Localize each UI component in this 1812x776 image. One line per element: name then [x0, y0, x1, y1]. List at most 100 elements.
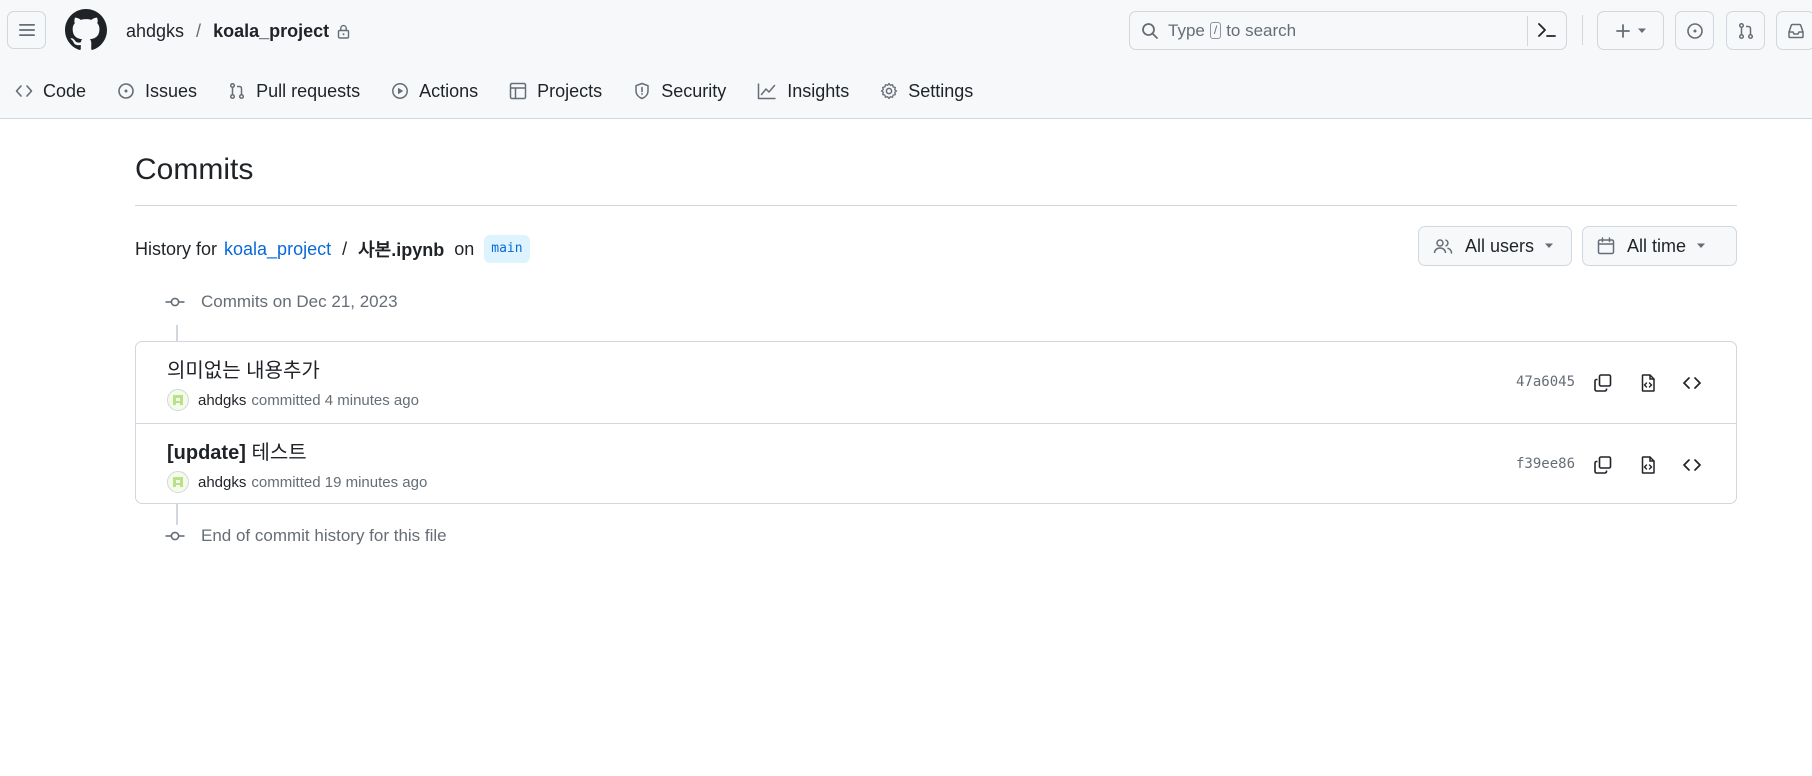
calendar-icon: [1597, 237, 1615, 255]
repo-root-link[interactable]: koala_project: [224, 239, 331, 260]
header-top-row: ahdgks / koala_project Type / to search: [0, 0, 1812, 62]
command-palette-icon[interactable]: [1537, 21, 1557, 39]
nav-settings[interactable]: Settings: [880, 72, 973, 110]
commit-group-header: Commits on Dec 21, 2023: [165, 292, 398, 312]
shield-icon: [635, 82, 649, 100]
users-filter-button[interactable]: All users: [1418, 226, 1572, 266]
view-file-button[interactable]: [1636, 371, 1660, 395]
view-file-button[interactable]: [1636, 453, 1660, 477]
repo-nav: Code Issues Pull requests Actions Projec…: [0, 72, 988, 110]
nav-issues[interactable]: Issues: [117, 72, 197, 110]
commit-message-link[interactable]: [update] 테스트: [167, 436, 307, 465]
commit-time: committed 4 minutes ago: [251, 391, 419, 409]
table-icon: [509, 82, 527, 100]
browse-repo-button[interactable]: [1680, 371, 1704, 395]
timeline-line: [176, 325, 178, 341]
plus-icon: [1615, 23, 1630, 38]
gear-icon: [881, 82, 898, 100]
repo-link[interactable]: koala_project: [213, 21, 329, 42]
github-logo-icon[interactable]: [65, 9, 107, 51]
timeline-line: [176, 504, 178, 525]
code-icon: [1683, 377, 1701, 389]
inbox-button[interactable]: [1776, 11, 1812, 50]
search-placeholder: Type / to search: [1168, 21, 1296, 41]
graph-icon: [757, 83, 776, 100]
commit-author[interactable]: ahdgks: [198, 474, 246, 491]
search-shortcut-key: /: [1209, 22, 1222, 39]
commit-row: 의미없는 내용추가 ahdgks committed 4 minutes ago…: [136, 342, 1736, 423]
issue-opened-icon: [1686, 22, 1703, 39]
triangle-down-icon: [1545, 243, 1554, 248]
nav-actions[interactable]: Actions: [391, 72, 478, 110]
nav-projects-label: Projects: [537, 80, 603, 101]
search-placeholder-after: to search: [1226, 20, 1297, 40]
commit-sha-link[interactable]: 47a6045: [1516, 374, 1575, 390]
search-placeholder-before: Type: [1168, 20, 1205, 40]
copy-sha-button[interactable]: [1591, 453, 1615, 477]
nav-issues-label: Issues: [145, 80, 198, 101]
issues-button[interactable]: [1675, 11, 1714, 50]
nav-actions-label: Actions: [419, 80, 479, 101]
git-commit-icon: [165, 297, 185, 307]
copy-icon: [1594, 456, 1612, 474]
pull-requests-button[interactable]: [1726, 11, 1765, 50]
path-separator: /: [342, 238, 348, 259]
time-filter-button[interactable]: All time: [1582, 226, 1737, 266]
nav-pull-requests[interactable]: Pull requests: [228, 72, 360, 110]
nav-code-label: Code: [43, 80, 87, 101]
commit-sha-link[interactable]: f39ee86: [1516, 456, 1575, 472]
inbox-icon: [1787, 23, 1804, 38]
users-filter-label: All users: [1465, 235, 1535, 256]
commit-message-text: 테스트: [251, 442, 307, 464]
commit-message-text: 의미없는 내용추가: [167, 360, 320, 382]
nav-security[interactable]: Security: [633, 72, 726, 110]
nav-projects[interactable]: Projects: [509, 72, 602, 110]
triangle-down-icon: [1697, 243, 1706, 248]
nav-security-label: Security: [661, 80, 727, 101]
nav-code[interactable]: Code: [15, 72, 86, 110]
copy-icon: [1594, 374, 1612, 392]
identicon-icon: [173, 477, 183, 487]
search-input[interactable]: Type / to search: [1129, 11, 1567, 50]
time-filter-label: All time: [1627, 235, 1687, 256]
file-code-icon: [1641, 456, 1655, 474]
global-header: ahdgks / koala_project Type / to search: [0, 0, 1812, 119]
play-icon: [392, 83, 409, 99]
commit-author[interactable]: ahdgks: [198, 392, 246, 409]
browse-repo-button[interactable]: [1680, 453, 1704, 477]
nav-insights[interactable]: Insights: [757, 72, 849, 110]
commit-row: [update] 테스트 ahdgks committed 19 minutes…: [136, 423, 1736, 504]
on-label: on: [454, 238, 475, 259]
lock-icon: [337, 24, 350, 39]
commit-time: committed 19 minutes ago: [251, 473, 428, 491]
commit-message-link[interactable]: 의미없는 내용추가: [167, 354, 320, 383]
title-divider: [135, 205, 1737, 206]
commit-history-end: End of commit history for this file: [165, 526, 447, 546]
avatar[interactable]: [167, 471, 189, 493]
commit-message-prefix: [update]: [167, 442, 246, 464]
commit-meta: ahdgks committed 19 minutes ago: [167, 471, 427, 493]
git-pull-request-icon: [1738, 22, 1753, 39]
file-code-icon: [1641, 374, 1655, 392]
history-breadcrumb: History for koala_project / 사본.ipynb on …: [135, 234, 530, 264]
avatar[interactable]: [167, 389, 189, 411]
end-of-history-label: End of commit history for this file: [201, 526, 447, 545]
commit-group-date: Commits on Dec 21, 2023: [201, 292, 398, 311]
commit-meta: ahdgks committed 4 minutes ago: [167, 389, 419, 411]
commit-list: 의미없는 내용추가 ahdgks committed 4 minutes ago…: [135, 341, 1737, 504]
menu-button[interactable]: [7, 11, 46, 49]
branch-badge[interactable]: main: [484, 235, 530, 263]
people-icon: [1433, 239, 1453, 254]
breadcrumb-separator: /: [196, 20, 202, 41]
history-label: History for: [135, 238, 218, 259]
copy-sha-button[interactable]: [1591, 371, 1615, 395]
create-new-button[interactable]: [1597, 11, 1664, 50]
issue-icon: [118, 83, 134, 99]
search-icon: [1142, 22, 1158, 39]
header-divider: [1582, 15, 1583, 45]
page-title: Commits: [135, 153, 254, 186]
owner-link[interactable]: ahdgks: [126, 21, 184, 42]
nav-settings-label: Settings: [908, 80, 974, 101]
identicon-icon: [173, 395, 183, 405]
triangle-down-icon: [1637, 28, 1646, 33]
